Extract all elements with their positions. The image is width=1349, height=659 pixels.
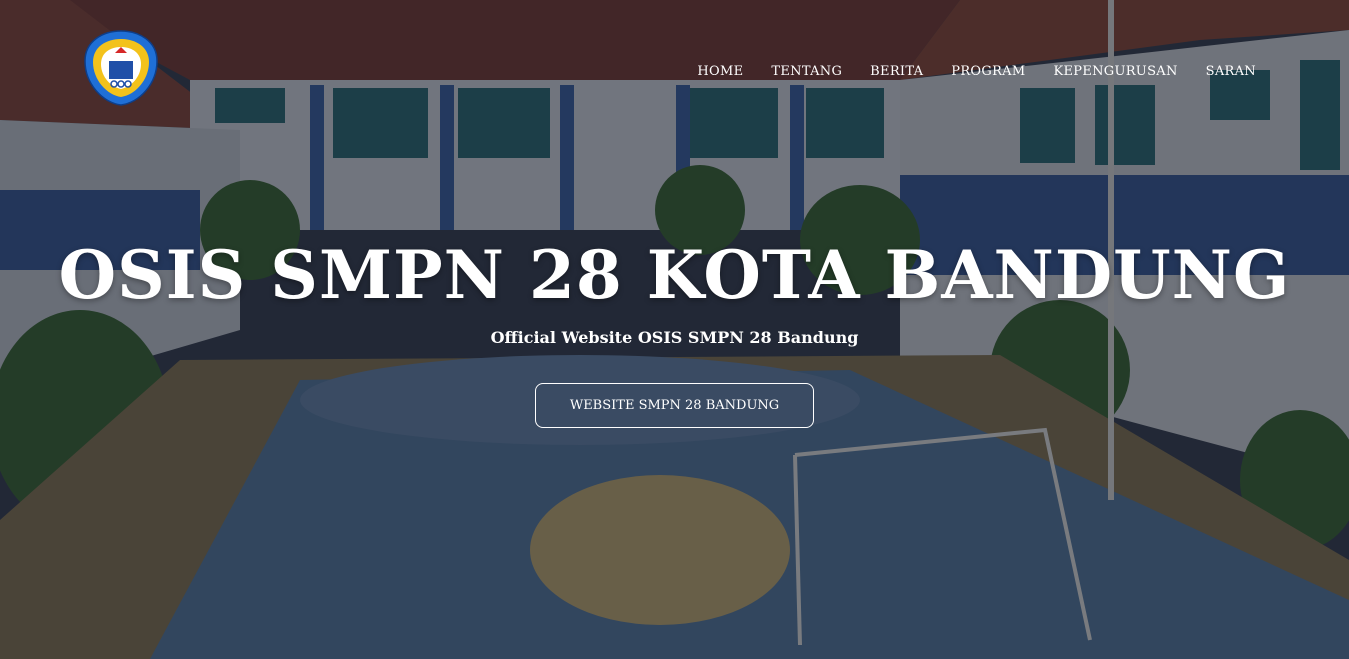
website-smpn28-button[interactable]: WEBSITE SMPN 28 BANDUNG xyxy=(534,383,815,428)
nav-item-kepengurusan: KEPENGURUSAN xyxy=(1053,60,1177,79)
hero-section: HOME TENTANG BERITA PROGRAM KEPENGURUSAN… xyxy=(0,0,1349,659)
nav-link-kepengurusan[interactable]: KEPENGURUSAN xyxy=(1053,64,1177,79)
nav-link-saran[interactable]: SARAN xyxy=(1206,64,1256,79)
hero-title: OSIS SMPN 28 KOTA BANDUNG xyxy=(58,236,1291,314)
nav-link-tentang[interactable]: TENTANG xyxy=(771,64,842,79)
nav-item-home: HOME xyxy=(697,60,743,79)
hero-subtitle: Official Website OSIS SMPN 28 Bandung xyxy=(490,328,859,347)
school-logo-icon[interactable] xyxy=(81,29,161,107)
nav-item-berita: BERITA xyxy=(870,60,923,79)
nav-link-program[interactable]: PROGRAM xyxy=(951,64,1025,79)
navbar: HOME TENTANG BERITA PROGRAM KEPENGURUSAN… xyxy=(0,0,1349,120)
nav-item-saran: SARAN xyxy=(1206,60,1256,79)
hero-content: OSIS SMPN 28 KOTA BANDUNG Official Websi… xyxy=(0,232,1349,428)
main-nav-menu: HOME TENTANG BERITA PROGRAM KEPENGURUSAN… xyxy=(697,60,1256,79)
nav-link-home[interactable]: HOME xyxy=(697,64,743,79)
nav-item-program: PROGRAM xyxy=(951,60,1025,79)
nav-item-tentang: TENTANG xyxy=(771,60,842,79)
nav-link-berita[interactable]: BERITA xyxy=(870,64,923,79)
